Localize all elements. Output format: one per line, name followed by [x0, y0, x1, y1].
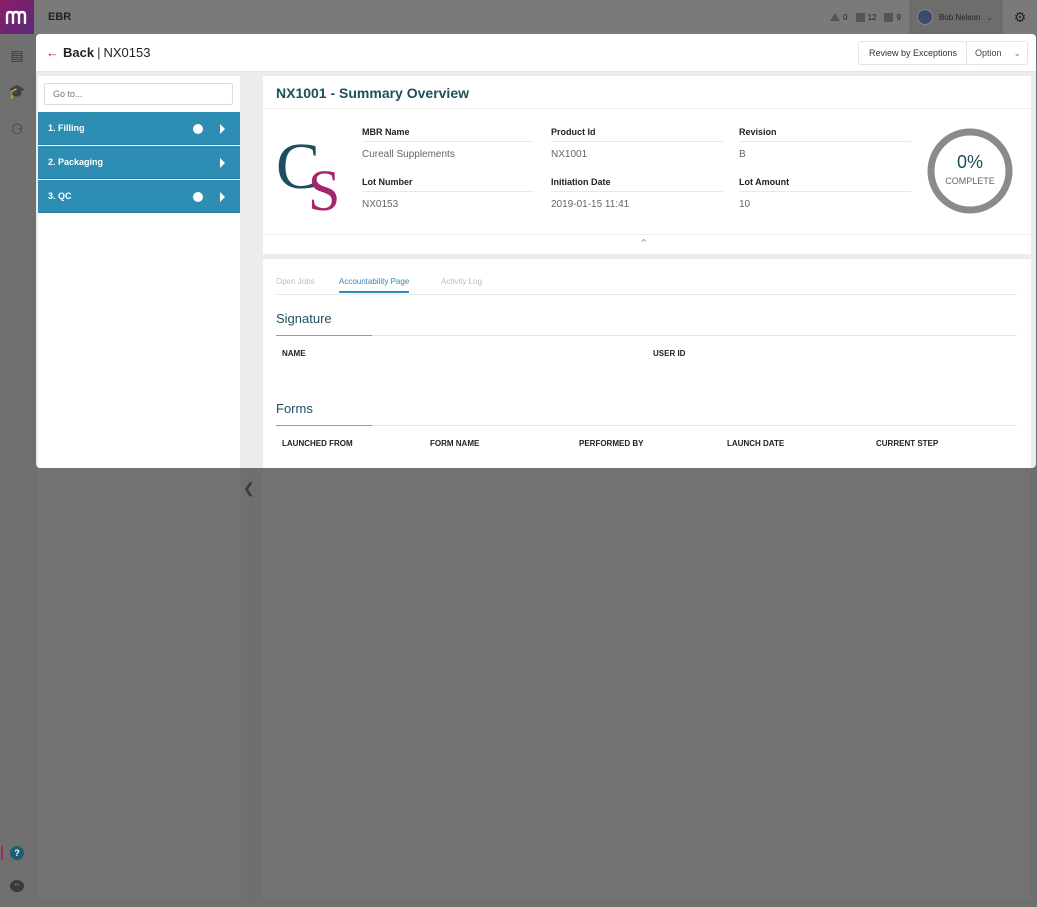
steps-panel: 1. Filling 2. Packaging 3. QC: [38, 76, 240, 468]
chevron-down-icon: ⌄: [1013, 48, 1021, 58]
goto-input[interactable]: [44, 83, 233, 105]
gear-icon[interactable]: ⚙: [1003, 0, 1037, 34]
progress-percent: 0%: [956, 152, 983, 172]
column-header: LAUNCH DATE: [727, 439, 785, 448]
field-product-id: Product Id NX1001: [551, 127, 723, 160]
forms-title: Forms: [276, 401, 313, 416]
batch-modal: ← Back | NX0153 Review by Exceptions Opt…: [36, 34, 1036, 468]
user-menu[interactable]: Bob Nelson ⌄: [908, 0, 1003, 34]
field-value: 10: [739, 199, 751, 210]
field-value: NX1001: [551, 149, 588, 160]
step-filling[interactable]: 1. Filling: [38, 112, 240, 145]
field-label: Lot Number: [362, 177, 534, 192]
divider: [263, 108, 1031, 109]
field-value: NX0153: [362, 199, 399, 210]
section-rule: [372, 335, 1017, 336]
collapse-bar[interactable]: ⌃: [263, 234, 1031, 254]
details-card: Open Jobs Accountability Page Activity L…: [263, 259, 1031, 468]
step-qc[interactable]: 3. QC: [38, 180, 240, 213]
column-header: PERFORMED BY: [579, 439, 644, 448]
help-icon[interactable]: ?: [10, 846, 24, 860]
back-button[interactable]: ← Back | NX0153: [46, 45, 150, 60]
status-dot-icon: [193, 192, 203, 202]
step-label: 1. Filling: [48, 123, 85, 133]
caret-right-icon: [220, 192, 225, 202]
tasks-stat[interactable]: 12: [855, 12, 877, 22]
chevron-up-icon: ⌃: [639, 238, 649, 250]
tab-open-jobs[interactable]: Open Jobs: [276, 277, 315, 291]
message-icon: [884, 12, 894, 22]
column-header: LAUNCHED FROM: [282, 439, 353, 448]
messages-count: 9: [896, 12, 901, 22]
app-logo[interactable]: [0, 0, 34, 34]
company-logo: C S: [276, 130, 340, 212]
field-lot-amount: Lot Amount 10: [739, 177, 911, 210]
summary-title: NX1001 - Summary Overview: [276, 85, 469, 101]
field-revision: Revision B: [739, 127, 911, 160]
field-initiation-date: Initiation Date 2019-01-15 11:41: [551, 177, 723, 210]
field-label: Lot Amount: [739, 177, 911, 192]
list-icon[interactable]: ▤: [8, 46, 26, 64]
column-header: NAME: [282, 349, 306, 358]
batch-id: NX0153: [103, 45, 151, 60]
user-name: Bob Nelson: [938, 12, 981, 22]
left-rail: ▤ 🎓 ⚆ ? ••: [0, 34, 34, 907]
field-label: MBR Name: [362, 127, 534, 142]
active-indicator: [1, 846, 3, 860]
logo-icon: [5, 10, 27, 25]
chevron-down-icon: ⌄: [986, 12, 993, 22]
svg-text:S: S: [308, 158, 340, 212]
signature-title: Signature: [276, 311, 332, 326]
messages-stat[interactable]: 9: [884, 12, 901, 22]
caret-right-icon: [220, 124, 225, 134]
tasks-count: 12: [867, 12, 877, 22]
field-value: B: [739, 149, 746, 160]
field-label: Product Id: [551, 127, 723, 142]
chevron-left-icon[interactable]: ❮: [243, 480, 255, 497]
field-mbr-name: MBR Name Cureall Supplements: [362, 127, 534, 160]
user-sync-icon[interactable]: ⚆: [8, 120, 26, 138]
option-label: Option: [975, 48, 1002, 58]
graduation-cap-icon[interactable]: 🎓: [8, 82, 26, 100]
top-right-controls: 0 12 9 Bob Nelson ⌄ ⚙: [830, 0, 1037, 34]
caret-right-icon: [220, 158, 225, 168]
top-bar: EBR 0 12 9 Bob Nelson ⌄ ⚙: [0, 0, 1037, 34]
step-packaging[interactable]: 2. Packaging: [38, 146, 240, 179]
app-title: EBR: [48, 11, 72, 23]
field-label: Initiation Date: [551, 177, 723, 192]
tab-activity-log[interactable]: Activity Log: [441, 277, 482, 291]
column-header: CURRENT STEP: [876, 439, 939, 448]
status-dot-icon: [193, 124, 203, 134]
tab-divider: [276, 294, 1017, 295]
step-label: 2. Packaging: [48, 157, 104, 167]
modal-header: ← Back | NX0153 Review by Exceptions Opt…: [36, 34, 1036, 72]
tab-accountability-page[interactable]: Accountability Page: [339, 277, 410, 293]
progress-label: COMPLETE: [945, 176, 995, 186]
section-underline: [276, 335, 372, 336]
chat-icon[interactable]: ••: [10, 880, 24, 892]
field-value: 2019-01-15 11:41: [551, 199, 630, 210]
column-header: USER ID: [653, 349, 686, 358]
alerts-count: 0: [843, 12, 848, 22]
step-label: 3. QC: [48, 191, 72, 201]
section-rule: [372, 425, 1017, 426]
alerts-stat[interactable]: 0: [830, 12, 848, 22]
warning-icon: [830, 13, 841, 21]
section-underline: [276, 425, 372, 426]
field-value: Cureall Supplements: [362, 149, 455, 160]
task-icon: [855, 12, 865, 22]
avatar: [916, 9, 933, 25]
summary-card: NX1001 - Summary Overview C S MBR Name C…: [263, 76, 1031, 254]
background-right-panel: [262, 467, 1030, 900]
field-lot-number: Lot Number NX0153: [362, 177, 534, 210]
option-button[interactable]: Option ⌄: [966, 41, 1028, 65]
field-label: Revision: [739, 127, 911, 142]
column-header: FORM NAME: [430, 439, 480, 448]
review-by-exceptions-button[interactable]: Review by Exceptions: [858, 41, 969, 65]
arrow-left-icon: ←: [46, 45, 59, 60]
back-label: Back: [63, 45, 95, 60]
separator: |: [97, 45, 101, 60]
background-left-panel: [37, 467, 241, 900]
